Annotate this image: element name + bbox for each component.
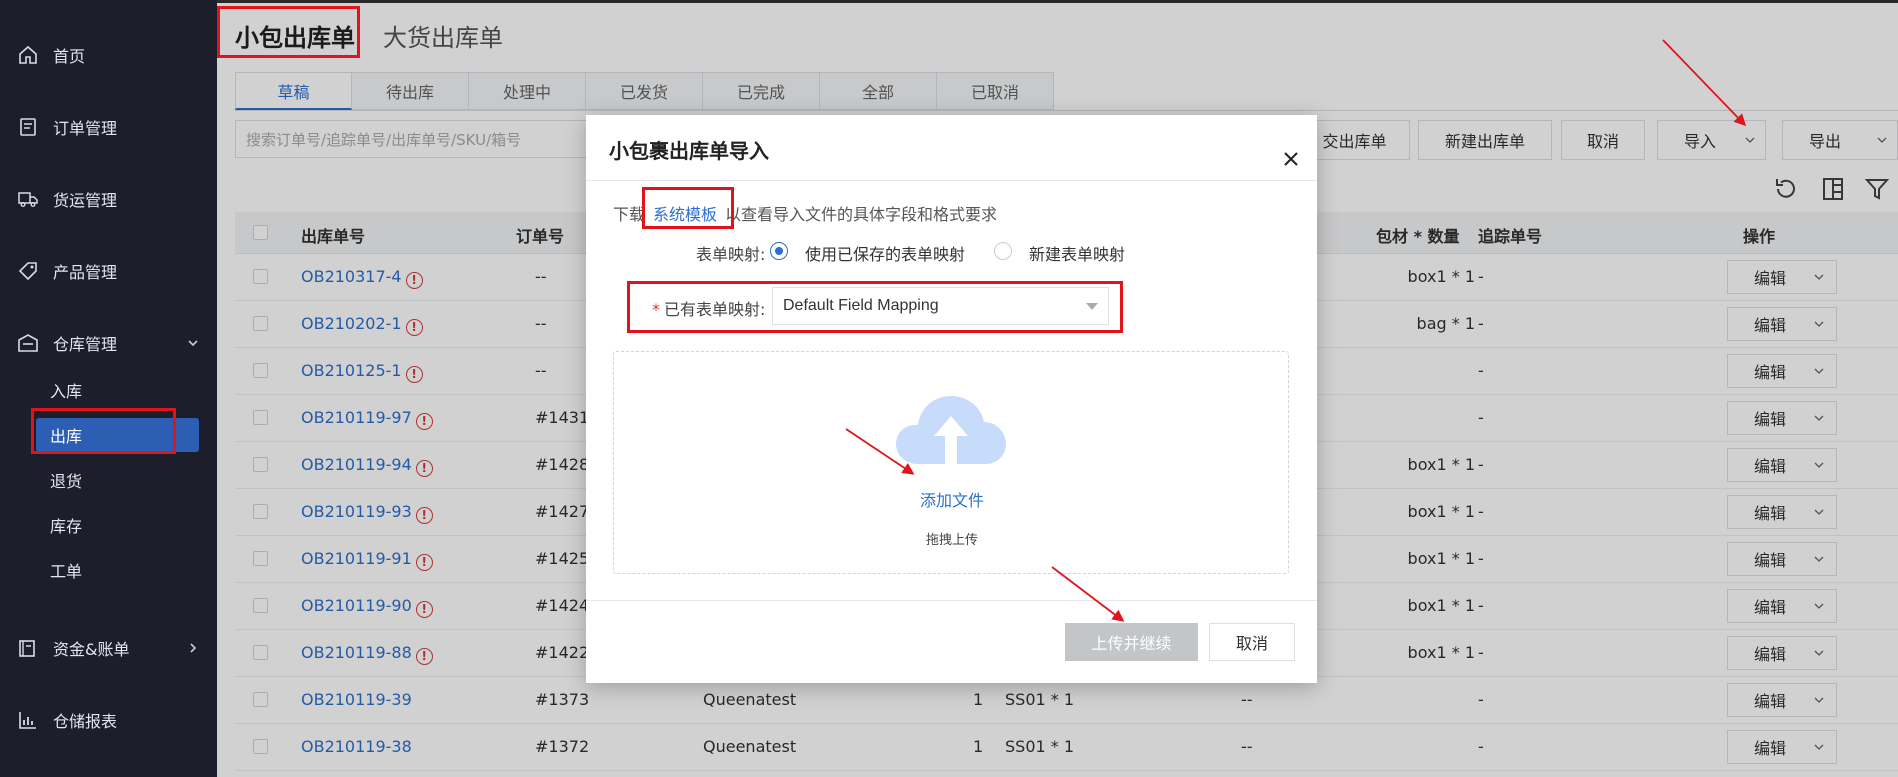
modal-title: 小包裹出库单导入 <box>609 139 769 163</box>
warehouse-icon <box>18 334 38 352</box>
radio-saved-mapping[interactable] <box>770 242 788 260</box>
chart-icon <box>19 712 36 729</box>
sidebar-subitem-outbound[interactable]: 出库 <box>36 418 199 452</box>
sidebar-item-finance[interactable]: 资金&账单 <box>0 628 217 668</box>
sidebar-subitem-returns[interactable]: 退货 <box>0 462 217 498</box>
sidebar-subitem-outbound-inner: 出库 <box>36 417 199 453</box>
download-suffix: 以查看导入文件的具体字段和格式要求 <box>725 205 998 224</box>
drag-upload-tip: 拖拽上传 <box>925 533 978 548</box>
modal-header-divider <box>586 180 1317 181</box>
sidebar-item-label: 首页 <box>53 47 86 66</box>
sidebar-subitem-label: 出库 <box>50 427 83 446</box>
sidebar-item-reports[interactable]: 仓储报表 <box>0 700 217 740</box>
chevron-down-icon <box>188 340 198 347</box>
sidebar-item-label: 货运管理 <box>53 191 118 210</box>
radio-new-mapping-label[interactable]: 新建表单映射 <box>1029 241 1125 265</box>
order-icon <box>20 118 36 136</box>
ledger-icon <box>19 640 35 657</box>
system-template-link[interactable]: 系统模板 <box>653 205 717 224</box>
sidebar-item-shipping[interactable]: 货运管理 <box>0 179 217 219</box>
truck-icon <box>18 192 38 207</box>
existing-mapping-text: 已有表单映射: <box>664 300 766 319</box>
sidebar-subitem-label: 库存 <box>50 517 83 536</box>
modal-footer-divider <box>586 600 1317 601</box>
sidebar-item-orders[interactable]: 订单管理 <box>0 107 217 147</box>
mapping-label: 表单映射: <box>696 245 766 264</box>
download-prefix: 下载 <box>613 205 646 224</box>
sidebar-item-home[interactable]: 首页 <box>0 35 217 75</box>
chevron-right-icon <box>190 643 197 653</box>
add-file-link[interactable]: 添加文件 <box>614 487 1290 511</box>
caret-down-icon <box>1086 303 1098 310</box>
close-icon[interactable] <box>1283 151 1299 167</box>
sidebar-item-label: 仓储报表 <box>53 712 118 731</box>
sidebar-item-label: 仓库管理 <box>53 335 118 354</box>
file-dropzone[interactable]: 添加文件 拖拽上传 <box>613 351 1289 574</box>
existing-mapping-value: Default Field Mapping <box>783 297 939 314</box>
sidebar-item-warehouse[interactable]: 仓库管理 <box>0 323 217 363</box>
required-star: * <box>652 300 660 319</box>
sidebar-subitem-label: 入库 <box>50 382 83 401</box>
existing-mapping-label: * 已有表单映射: <box>652 296 765 320</box>
sidebar-item-products[interactable]: 产品管理 <box>0 251 217 291</box>
sidebar-subitem-workorder[interactable]: 工单 <box>0 552 217 588</box>
sidebar-subitem-inventory[interactable]: 库存 <box>0 507 217 543</box>
sidebar: 首页 订单管理 货运管理 产品管理 仓库管理 入库 出库 退货 库存 工单 资金… <box>0 0 217 777</box>
sidebar-item-label: 产品管理 <box>53 263 118 282</box>
radio-new-mapping[interactable] <box>994 242 1012 260</box>
import-modal: 小包裹出库单导入 下载 系统模板 以查看导入文件的具体字段和格式要求 表单映射: 使… <box>586 115 1317 683</box>
radio-saved-mapping-label[interactable]: 使用已保存的表单映射 <box>805 241 965 265</box>
sidebar-subitem-label: 退货 <box>50 472 83 491</box>
tag-icon <box>18 262 37 281</box>
download-hint: 下载 系统模板 以查看导入文件的具体字段和格式要求 <box>613 201 997 225</box>
sidebar-subitem-inbound[interactable]: 入库 <box>0 372 217 408</box>
cloud-upload-icon <box>896 396 1006 464</box>
upload-continue-button[interactable]: 上传并继续 <box>1065 623 1198 661</box>
sidebar-item-label: 资金&账单 <box>53 640 130 659</box>
home-icon <box>19 45 37 64</box>
modal-cancel-button[interactable]: 取消 <box>1209 623 1295 661</box>
existing-mapping-select[interactable]: Default Field Mapping <box>772 287 1109 325</box>
sidebar-item-label: 订单管理 <box>53 119 118 138</box>
sidebar-subitem-label: 工单 <box>50 562 83 581</box>
